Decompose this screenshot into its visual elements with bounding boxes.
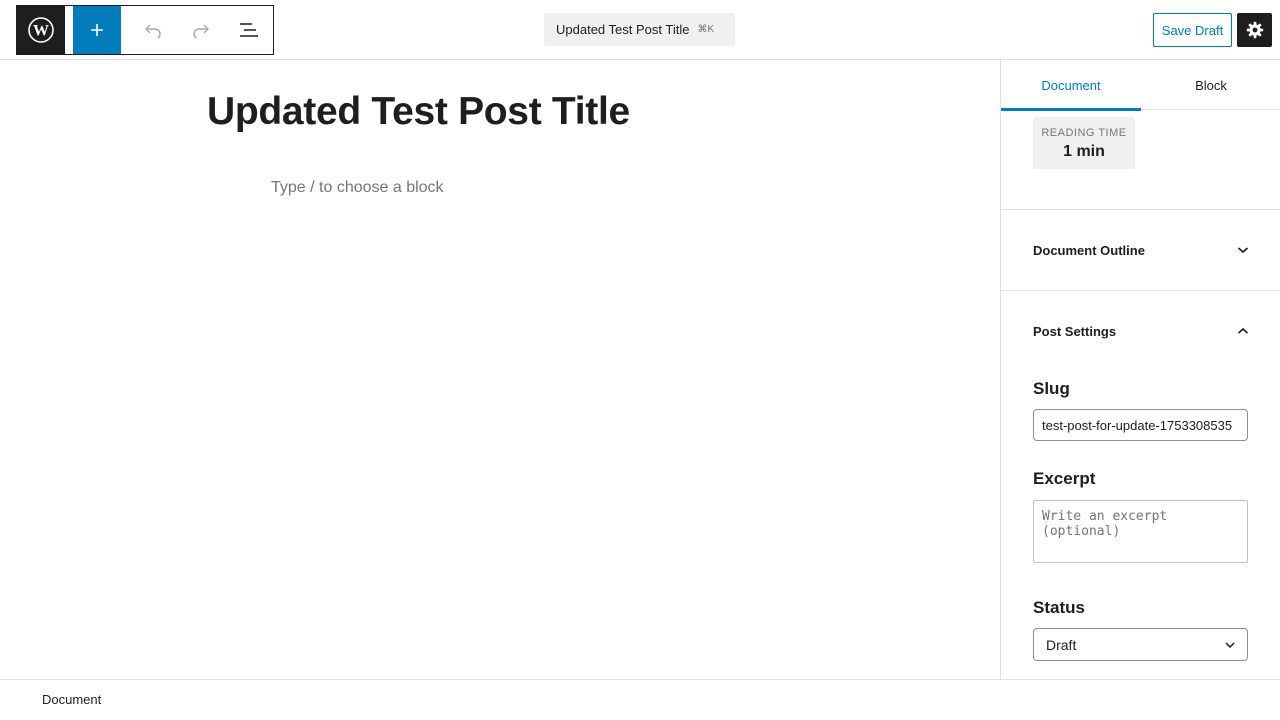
post-settings-title: Post Settings [1033, 323, 1117, 339]
document-outline-toggle[interactable]: Document Outline [1033, 240, 1249, 260]
undo-button[interactable] [129, 6, 177, 54]
add-block-button[interactable] [73, 6, 121, 54]
block-placeholder[interactable]: Type / to choose a block [271, 179, 444, 197]
list-view-icon [240, 23, 258, 37]
divider [1001, 209, 1280, 210]
slug-input[interactable] [1033, 409, 1248, 441]
divider [1001, 290, 1280, 291]
undo-icon [145, 24, 161, 38]
status-select[interactable]: Draft [1033, 628, 1248, 661]
redo-button[interactable] [177, 6, 225, 54]
save-draft-button[interactable]: Save Draft [1153, 13, 1232, 47]
chevron-down-icon [1225, 641, 1235, 648]
editor-footer: Document [0, 679, 1280, 720]
post-settings-toggle[interactable]: Post Settings [1033, 321, 1249, 341]
editor-canvas: Updated Test Post Title Type / to choose… [0, 60, 1000, 679]
document-title-command[interactable]: Updated Test Post Title ⌘K [544, 13, 735, 46]
tab-block[interactable]: Block [1141, 60, 1280, 110]
breadcrumb[interactable]: Document [42, 692, 101, 707]
list-view-button[interactable] [225, 6, 273, 54]
chevron-up-icon [1237, 327, 1249, 334]
chevron-down-icon [1237, 247, 1249, 254]
reading-time-label: READING TIME [1041, 127, 1127, 139]
slug-label: Slug [1033, 379, 1070, 398]
post-title[interactable]: Updated Test Post Title [207, 90, 630, 134]
reading-time-value: 1 min [1063, 143, 1105, 160]
reading-time-card: READING TIME 1 min [1033, 117, 1135, 169]
plus-icon [91, 24, 103, 36]
gear-icon [1246, 21, 1263, 39]
status-label: Status [1033, 598, 1085, 617]
wordpress-logo-icon[interactable]: W [17, 6, 65, 54]
document-outline-title: Document Outline [1033, 242, 1145, 258]
svg-text:W: W [33, 23, 49, 40]
document-title-text: Updated Test Post Title [556, 22, 690, 37]
excerpt-label: Excerpt [1033, 469, 1096, 488]
status-selected-value: Draft [1046, 636, 1077, 653]
redo-icon [193, 24, 209, 38]
settings-sidebar: Document Block READING TIME 1 min Docume… [1000, 60, 1280, 679]
command-shortcut: ⌘K [697, 24, 715, 35]
settings-button[interactable] [1237, 13, 1272, 47]
excerpt-textarea[interactable] [1033, 500, 1248, 563]
header-toolbar: W [16, 5, 274, 55]
editor-header: W Updated Test Post Title ⌘K Save Draft [0, 0, 1280, 60]
tab-document[interactable]: Document [1001, 60, 1141, 111]
sidebar-tabs: Document Block [1001, 60, 1280, 111]
